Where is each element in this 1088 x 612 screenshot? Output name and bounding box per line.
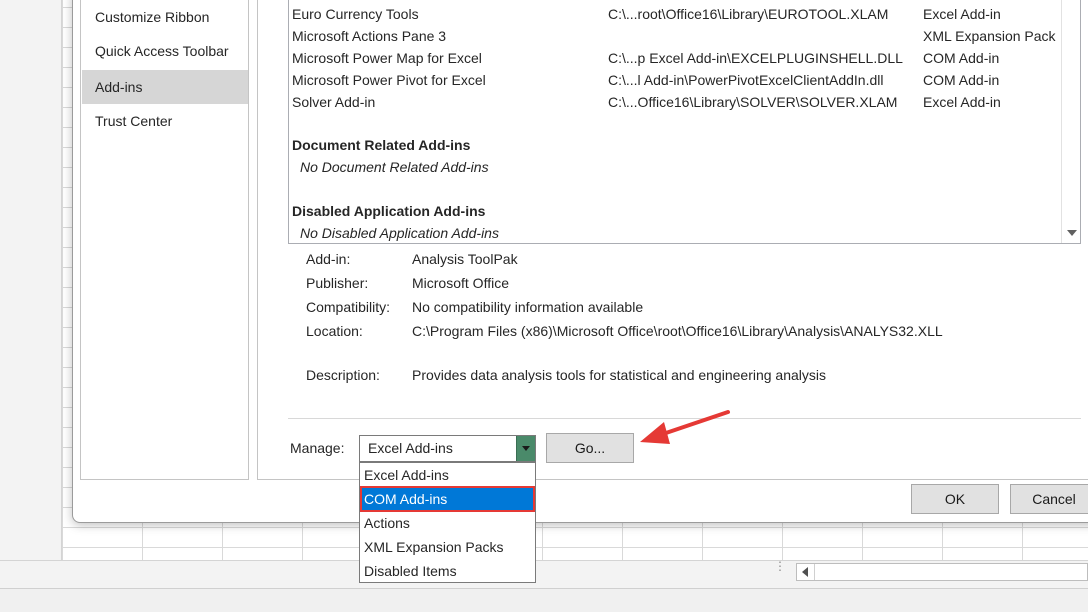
dropdown-option-disabled-items[interactable]: Disabled Items (361, 559, 534, 583)
detail-location-value: C:\Program Files (x86)\Microsoft Office\… (412, 323, 943, 339)
sidebar-item-label: Trust Center (95, 113, 173, 129)
group-header-document: Document Related Add-ins (292, 137, 471, 153)
sidebar-item-label: Add-ins (95, 79, 143, 95)
scroll-left-arrow-icon[interactable] (797, 564, 815, 580)
addin-location: C:\...p Excel Add-in\EXCELPLUGINSHELL.DL… (608, 50, 903, 66)
addin-name: Euro Currency Tools (292, 6, 419, 22)
detail-description-label: Description: (306, 367, 380, 383)
sidebar-item-label: Quick Access Toolbar (95, 43, 229, 59)
options-sidebar: Customize Ribbon Quick Access Toolbar Ad… (80, 0, 249, 480)
sidebar-item-add-ins[interactable]: Add-ins (82, 70, 248, 104)
manage-dropdown-list[interactable]: Excel Add-ins COM Add-ins Actions XML Ex… (359, 462, 536, 583)
addin-location: C:\...Office16\Library\SOLVER\SOLVER.XLA… (608, 94, 898, 110)
red-arrow-icon (640, 410, 730, 444)
group-header-disabled: Disabled Application Add-ins (292, 203, 486, 219)
dropdown-option-xml-expansion-packs[interactable]: XML Expansion Packs (361, 535, 534, 559)
list-vertical-scrollbar[interactable] (1061, 0, 1080, 243)
detail-location-label: Location: (306, 323, 363, 339)
tab-split-handle-icon[interactable]: ⋮ (774, 560, 786, 580)
addin-type: COM Add-in (923, 72, 1000, 88)
status-bar (0, 588, 1088, 612)
add-ins-list[interactable]: Euro Currency Tools C:\...root\Office16\… (288, 0, 1081, 244)
sidebar-item-label: Customize Ribbon (95, 9, 210, 25)
go-button[interactable]: Go... (546, 433, 634, 463)
detail-addin-value: Analysis ToolPak (412, 251, 518, 267)
ok-button[interactable]: OK (911, 484, 999, 514)
sidebar-item-quick-access-toolbar[interactable]: Quick Access Toolbar (82, 34, 248, 68)
manage-dropdown[interactable]: Excel Add-ins (359, 435, 536, 462)
detail-compat-value: No compatibility information available (412, 299, 644, 315)
sidebar-item-trust-center[interactable]: Trust Center (82, 104, 248, 138)
group-empty-disabled: No Disabled Application Add-ins (300, 225, 499, 241)
horizontal-scrollbar[interactable] (796, 563, 1088, 581)
sidebar-item-customize-ribbon[interactable]: Customize Ribbon (82, 0, 248, 34)
addin-name: Solver Add-in (292, 94, 376, 110)
detail-publisher-value: Microsoft Office (412, 275, 509, 291)
group-empty-document: No Document Related Add-ins (300, 159, 489, 175)
cancel-button[interactable]: Cancel (1010, 484, 1088, 514)
scroll-down-arrow-icon[interactable] (1063, 224, 1080, 242)
dropdown-option-com-add-ins[interactable]: COM Add-ins (360, 486, 535, 512)
addin-name: Microsoft Power Map for Excel (292, 50, 482, 66)
chevron-down-icon[interactable] (516, 436, 535, 461)
addin-name: Microsoft Actions Pane 3 (292, 28, 447, 44)
detail-addin-label: Add-in: (306, 251, 351, 267)
detail-description-value: Provides data analysis tools for statist… (412, 367, 827, 383)
detail-compat-label: Compatibility: (306, 299, 391, 315)
manage-label: Manage: (290, 440, 345, 456)
addin-location: C:\...l Add-in\PowerPivotExcelClientAddI… (608, 72, 884, 88)
dropdown-option-actions[interactable]: Actions (361, 511, 534, 535)
addin-name: Microsoft Power Pivot for Excel (292, 72, 486, 88)
manage-dropdown-value: Excel Add-ins (368, 440, 453, 456)
addin-type: Excel Add-in (923, 6, 1001, 22)
detail-publisher-label: Publisher: (306, 275, 369, 291)
dropdown-option-excel-add-ins[interactable]: Excel Add-ins (361, 463, 534, 487)
row-header-strip (0, 0, 62, 612)
addin-type: COM Add-in (923, 50, 1000, 66)
addin-location: C:\...root\Office16\Library\EUROTOOL.XLA… (608, 6, 889, 22)
addin-type: XML Expansion Pack (923, 28, 1056, 44)
addin-type: Excel Add-in (923, 94, 1001, 110)
